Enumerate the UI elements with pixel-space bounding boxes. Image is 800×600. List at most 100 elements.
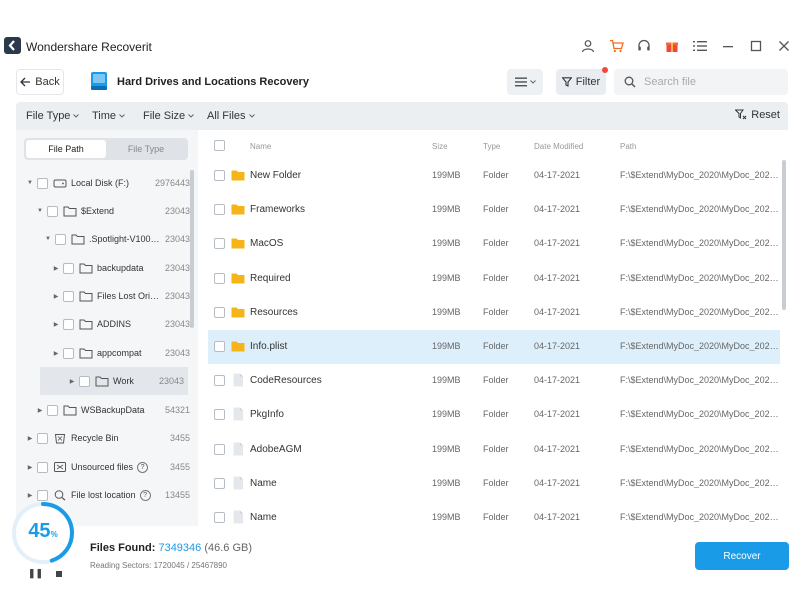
checkbox[interactable] (37, 489, 48, 501)
file-list-scrollbar[interactable] (782, 160, 786, 310)
row-checkbox[interactable] (214, 170, 225, 181)
row-checkbox[interactable] (214, 238, 225, 249)
folder-outline-icon (63, 206, 77, 217)
row-checkbox[interactable] (214, 273, 225, 284)
tree-item-work[interactable]: ▶ Work 23043 (40, 367, 188, 395)
select-all-checkbox[interactable] (214, 140, 225, 151)
expand-triangle-icon[interactable]: ▼ (44, 236, 52, 242)
stop-button[interactable] (56, 571, 62, 577)
checkbox[interactable] (63, 262, 74, 274)
header-date-modified[interactable]: Date Modified (534, 142, 583, 151)
hard-drive-icon (91, 72, 107, 90)
support-headset-icon[interactable] (634, 36, 654, 56)
collapsed-triangle-icon[interactable]: ▶ (52, 265, 60, 272)
collapsed-triangle-icon[interactable]: ▶ (52, 321, 60, 328)
row-checkbox[interactable] (214, 512, 225, 523)
collapsed-triangle-icon[interactable]: ▶ (68, 378, 76, 385)
time-dropdown[interactable]: Time (92, 110, 125, 122)
row-checkbox[interactable] (214, 409, 225, 420)
table-row[interactable]: Frameworks 199MB Folder 04-17-2021 F:\$E… (208, 193, 780, 227)
row-checkbox[interactable] (214, 204, 225, 215)
header-type[interactable]: Type (483, 142, 500, 151)
tab-file-path[interactable]: File Path (26, 140, 106, 158)
table-row[interactable]: New Folder 199MB Folder 04-17-2021 F:\$E… (208, 159, 780, 193)
tree-item-files-lost-origin[interactable]: ▶ Files Lost Origi... 23043 (16, 282, 190, 310)
tree-item-wsbackupdata[interactable]: ▶ WSBackupData 54321 (16, 396, 190, 424)
checkbox[interactable] (47, 205, 58, 217)
collapsed-triangle-icon[interactable]: ▶ (36, 407, 44, 414)
maximize-icon[interactable] (746, 36, 766, 56)
checkbox[interactable] (79, 375, 90, 387)
header-name[interactable]: Name (250, 142, 271, 151)
menu-list-icon[interactable] (690, 36, 710, 56)
toolbar: Back Hard Drives and Locations Recovery … (0, 66, 800, 98)
header-path[interactable]: Path (620, 142, 636, 151)
row-checkbox[interactable] (214, 341, 225, 352)
file-size: 199MB (432, 444, 461, 454)
checkbox[interactable] (63, 290, 74, 302)
tab-file-type[interactable]: File Type (106, 140, 186, 158)
reset-button[interactable]: Reset (735, 109, 780, 121)
tree-item-extend[interactable]: ▼ $Extend 23043 (16, 197, 190, 225)
checkbox[interactable] (37, 461, 48, 473)
checkbox[interactable] (55, 233, 66, 245)
table-row[interactable]: CodeResources 199MB Folder 04-17-2021 F:… (208, 364, 780, 398)
tree-item-appcompat[interactable]: ▶ appcompat 23043 (16, 339, 190, 367)
collapsed-triangle-icon[interactable]: ▶ (26, 435, 34, 442)
row-checkbox[interactable] (214, 307, 225, 318)
row-checkbox[interactable] (214, 444, 225, 455)
table-row[interactable]: MacOS 199MB Folder 04-17-2021 F:\$Extend… (208, 227, 780, 261)
file-icon (233, 373, 243, 387)
close-icon[interactable] (774, 36, 794, 56)
pause-button[interactable]: ❚❚ (28, 568, 43, 579)
tree-item-addins[interactable]: ▶ ADDINS 23043 (16, 310, 190, 338)
help-icon[interactable]: ? (137, 461, 149, 473)
collapsed-triangle-icon[interactable]: ▶ (26, 464, 34, 471)
sidebar-scrollbar[interactable] (190, 170, 194, 328)
table-row[interactable]: Name 199MB Folder 04-17-2021 F:\$Extend\… (208, 501, 780, 526)
expand-triangle-icon[interactable]: ▼ (26, 180, 34, 186)
table-row[interactable]: Name 199MB Folder 04-17-2021 F:\$Extend\… (208, 467, 780, 501)
checkbox[interactable] (63, 347, 74, 359)
table-row[interactable]: Required 199MB Folder 04-17-2021 F:\$Ext… (208, 262, 780, 296)
collapsed-triangle-icon[interactable]: ▶ (52, 293, 60, 300)
checkbox[interactable] (63, 318, 74, 330)
checkbox[interactable] (47, 404, 58, 416)
tree-item-local-disk[interactable]: ▼ Local Disk (F:) 2976443 (16, 169, 190, 197)
file-type: Folder (483, 478, 509, 488)
tree-count: 23043 (164, 234, 190, 244)
collapsed-triangle-icon[interactable]: ▶ (52, 350, 60, 357)
collapsed-triangle-icon[interactable]: ▶ (26, 492, 34, 499)
checkbox[interactable] (37, 432, 48, 444)
search-input[interactable] (644, 76, 774, 88)
tree-item-backupdata[interactable]: ▶ backupdata 23043 (16, 254, 190, 282)
tree-item-unsourced-files[interactable]: ▶ Unsourced files ? 3455 (16, 453, 190, 481)
row-checkbox[interactable] (214, 478, 225, 489)
table-row[interactable]: Resources 199MB Folder 04-17-2021 F:\$Ex… (208, 296, 780, 330)
table-row[interactable]: AdobeAGM 199MB Folder 04-17-2021 F:\$Ext… (208, 433, 780, 467)
recover-button[interactable]: Recover (695, 542, 789, 570)
tree-item-spotlight[interactable]: ▼ .Spotlight-V10000... 23043 (16, 225, 190, 253)
search-box[interactable] (614, 69, 788, 95)
chevron-down-icon (529, 80, 536, 84)
filter-button[interactable]: Filter (556, 67, 608, 95)
file-name: PkgInfo (250, 409, 284, 420)
tree-count: 23043 (164, 291, 190, 301)
all-files-dropdown[interactable]: All Files (207, 110, 255, 122)
row-checkbox[interactable] (214, 375, 225, 386)
back-button[interactable]: Back (16, 69, 64, 95)
help-icon[interactable]: ? (139, 489, 151, 501)
file-type-dropdown[interactable]: File Type (26, 110, 80, 122)
view-mode-button[interactable] (507, 69, 543, 95)
cart-icon[interactable] (606, 36, 626, 56)
checkbox[interactable] (37, 177, 48, 189)
table-row-selected[interactable]: Info.plist 199MB Folder 04-17-2021 F:\$E… (208, 330, 780, 364)
account-icon[interactable] (578, 36, 598, 56)
expand-triangle-icon[interactable]: ▼ (36, 208, 44, 214)
tree-item-recycle-bin[interactable]: ▶ Recycle Bin 3455 (16, 424, 190, 452)
header-size[interactable]: Size (432, 142, 448, 151)
file-size-dropdown[interactable]: File Size (143, 110, 195, 122)
minimize-icon[interactable] (718, 36, 738, 56)
gift-icon[interactable] (662, 36, 682, 56)
table-row[interactable]: PkgInfo 199MB Folder 04-17-2021 F:\$Exte… (208, 398, 780, 432)
